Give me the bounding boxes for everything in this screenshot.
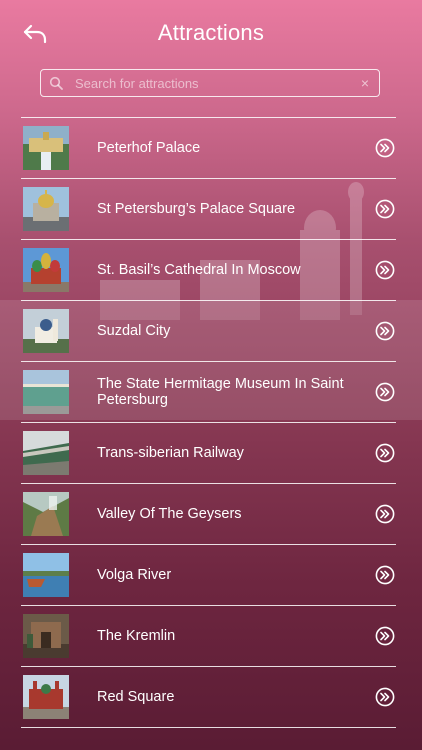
list-item[interactable]: Suzdal City [21, 301, 396, 361]
attraction-name: Red Square [97, 689, 175, 705]
attraction-name: Volga River [97, 567, 172, 583]
thumbnail-image [23, 553, 69, 597]
attraction-name: Peterhof Palace [97, 140, 201, 156]
search-bar: × [40, 69, 380, 97]
chevron-right-icon [375, 504, 395, 524]
page-title: Attractions [157, 20, 265, 45]
thumbnail-image [23, 431, 69, 475]
clear-search-button[interactable]: × [361, 75, 369, 91]
thumbnail-image [23, 614, 69, 658]
list-item[interactable]: St. Basil’s Cathedral In Moscow [21, 240, 396, 300]
attraction-name: The Kremlin [97, 628, 176, 644]
chevron-right-icon [375, 443, 395, 463]
thumbnail-image [23, 187, 69, 231]
divider [21, 727, 396, 728]
attraction-name: Valley Of The Geysers [97, 506, 242, 522]
attraction-name: Suzdal City [97, 323, 171, 339]
list-item[interactable]: Red Square [21, 667, 396, 727]
list-item[interactable]: Peterhof Palace [21, 118, 396, 178]
attraction-name: St Petersburg’s Palace Square [97, 201, 296, 217]
thumbnail-image [23, 126, 69, 170]
attractions-list: Peterhof Palace St Petersburg’s Palace S… [21, 117, 396, 728]
list-item[interactable]: The Kremlin [21, 606, 396, 666]
chevron-right-icon [375, 138, 395, 158]
chevron-right-icon [375, 626, 395, 646]
attraction-name: The State Hermitage Museum In Saint Pete… [97, 376, 344, 408]
thumbnail-image [23, 675, 69, 719]
list-item[interactable]: St Petersburg’s Palace Square [21, 179, 396, 239]
chevron-right-icon [375, 321, 395, 341]
list-item[interactable]: The State Hermitage Museum In Saint Pete… [21, 362, 396, 422]
list-item[interactable]: Valley Of The Geysers [21, 484, 396, 544]
thumbnail-image [23, 370, 69, 414]
search-input[interactable] [75, 70, 355, 96]
list-item[interactable]: Volga River [21, 545, 396, 605]
search-icon [49, 76, 63, 90]
chevron-right-icon [375, 260, 395, 280]
chevron-right-icon [375, 687, 395, 707]
chevron-right-icon [375, 199, 395, 219]
list-item[interactable]: Trans-siberian Railway [21, 423, 396, 483]
chevron-right-icon [375, 382, 395, 402]
attraction-name: Trans-siberian Railway [97, 445, 244, 461]
thumbnail-image [23, 492, 69, 536]
header-bar: Attractions [0, 0, 422, 66]
attraction-name: St. Basil’s Cathedral In Moscow [97, 262, 301, 278]
chevron-right-icon [375, 565, 395, 585]
thumbnail-image [23, 248, 69, 292]
thumbnail-image [23, 309, 69, 353]
